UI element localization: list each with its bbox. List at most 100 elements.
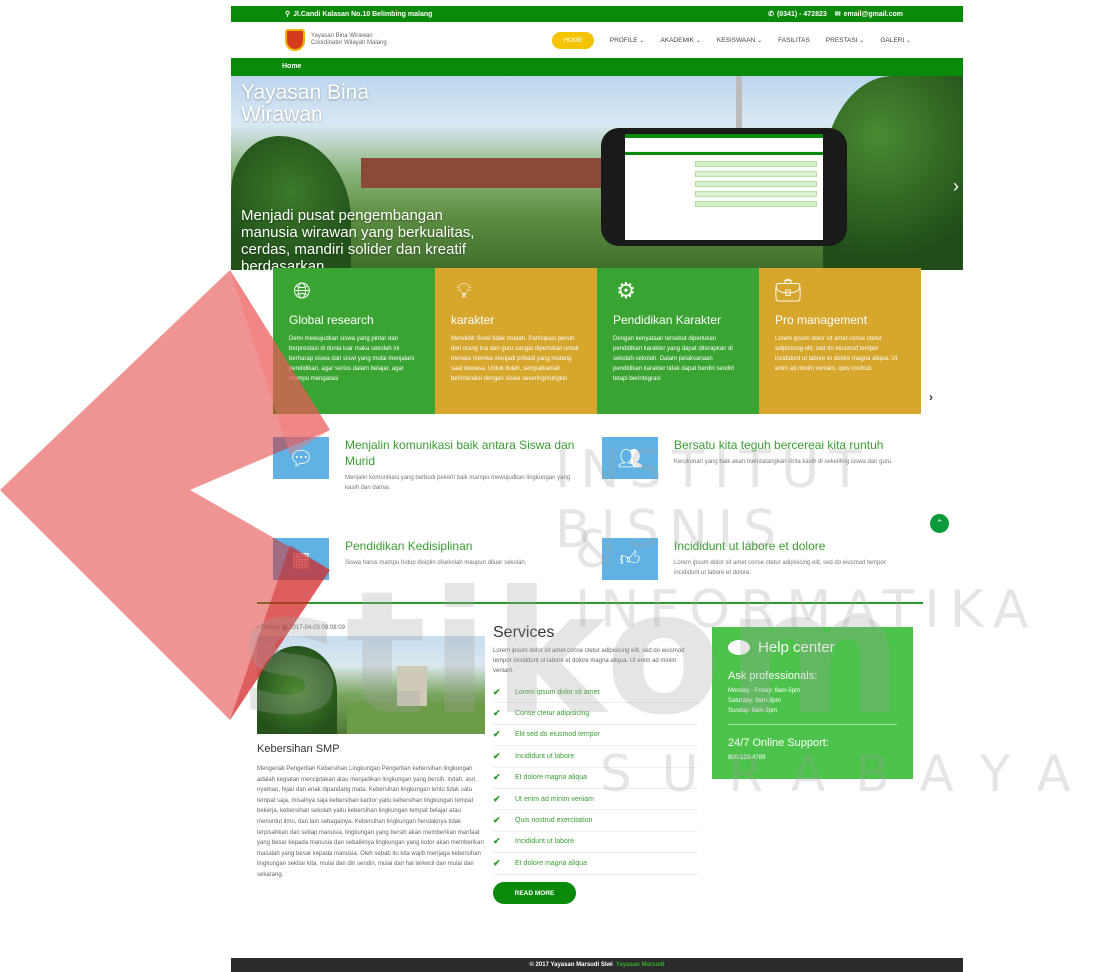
checkmark-icon: ✔ bbox=[493, 708, 501, 719]
feature-box-global-research[interactable]: 🌐︎ Global research Demi mewujudkan siswa… bbox=[273, 268, 435, 414]
footer-link[interactable]: Yayasan Marsudi bbox=[616, 962, 665, 968]
calendar-icon: ▦ bbox=[273, 538, 329, 580]
menu-item-fasilitas[interactable]: FASILITAS bbox=[778, 37, 810, 44]
help-separator bbox=[728, 724, 897, 725]
mission-title: Menjalin komunikasi baik antara Siswa da… bbox=[345, 438, 575, 468]
checkmark-icon: ✔ bbox=[493, 772, 501, 783]
address-text: Jl.Candi Kalasan No.10 Belimbing malang bbox=[293, 10, 433, 18]
service-label: Et dolore magna aliqua bbox=[515, 859, 587, 867]
feature-box-pendidikan-karakter[interactable]: ⚙ Pendidikan Karakter Dengan kenyataan t… bbox=[597, 268, 759, 414]
mission-item: 👍︎ Incididunt ut labore et dolore Lorem … bbox=[602, 538, 912, 598]
list-item[interactable]: ✔ Et dolore magna aliqua bbox=[493, 768, 698, 789]
list-item[interactable]: ✔ Quis nostrud exercitation bbox=[493, 810, 698, 832]
help-hours-line: Monday - Friday: 8am-5pm bbox=[728, 688, 801, 694]
chevron-down-icon: ⌄ bbox=[757, 37, 763, 44]
menu-item-label: AKADEMIK bbox=[660, 36, 695, 44]
help-support-phone[interactable]: 800-123-4789 bbox=[728, 753, 897, 763]
list-item[interactable]: ✔ Ut enim ad minim veniam bbox=[493, 789, 698, 811]
phone-screen-row bbox=[695, 191, 817, 197]
phone-text: (0341) - 472823 bbox=[776, 10, 827, 18]
post-date: 2017-04-03 bbox=[289, 625, 320, 631]
post-title[interactable]: Kebersihan SMP bbox=[257, 743, 340, 755]
menu-item-akademik[interactable]: AKADEMIK ⌄ bbox=[660, 37, 700, 44]
checkmark-icon: ✔ bbox=[493, 836, 501, 847]
feature-boxes: 🌐︎ Global research Demi mewujudkan siswa… bbox=[273, 268, 921, 414]
list-item[interactable]: ✔ Et dolore magna aliqua bbox=[493, 853, 698, 875]
list-item[interactable]: ✔ Elit sed do eiusmod tempor bbox=[493, 725, 698, 747]
feature-box-karakter[interactable]: 💡︎ karakter Mendidik Siswi tidak mudah. … bbox=[435, 268, 597, 414]
mission-title: Pendidikan Kedisiplinan bbox=[345, 539, 473, 553]
services-title: Services bbox=[493, 624, 555, 641]
menu-item-galeri[interactable]: GALERI ⌄ bbox=[880, 37, 911, 44]
checkmark-icon: ✔ bbox=[493, 750, 501, 761]
list-item[interactable]: ✔ Lorem ipsum dolor sit amet bbox=[493, 682, 698, 704]
page: ⚲ Jl.Candi Kalasan No.10 Belimbing malan… bbox=[0, 0, 1112, 972]
menu-item-home[interactable]: HOME bbox=[552, 31, 594, 49]
email-link[interactable]: email@gmail.com bbox=[844, 11, 903, 18]
read-more-button[interactable]: READ MORE bbox=[493, 882, 576, 904]
feature-title: Pro management bbox=[775, 313, 868, 327]
chevron-down-icon: ⌄ bbox=[859, 37, 865, 44]
post-body: Mengenali Pengertian Kebersihan Lingkung… bbox=[257, 766, 484, 878]
post-image[interactable] bbox=[257, 636, 485, 734]
footer: © 2017 Yayasan Marsudi Siwi Yayasan Mars… bbox=[231, 958, 963, 972]
menu-item-label: GALERI bbox=[880, 36, 905, 44]
gear-icon: ⚙ bbox=[616, 278, 636, 303]
breadcrumb-home[interactable]: Home bbox=[282, 63, 301, 70]
post-image-building bbox=[397, 666, 427, 706]
mission-item: 👥︎ Bersatu kita teguh bercereai kita run… bbox=[602, 437, 912, 497]
chevron-down-icon: ⌄ bbox=[905, 37, 911, 44]
service-label: Quis nostrud exercitation bbox=[515, 817, 593, 825]
list-item[interactable]: ✔ Conse ctetur adipisicing bbox=[493, 703, 698, 725]
help-hours-line: Sunday: 9am-3pm bbox=[728, 708, 778, 714]
help-title: Help center bbox=[758, 639, 835, 656]
contact-info: ✆ (0341) - 472823 ✉ email@gmail.com bbox=[768, 10, 903, 19]
footer-copyright: © 2017 Yayasan Marsudi Siwi bbox=[529, 962, 613, 968]
service-label: Ut enim ad minim veniam bbox=[515, 795, 594, 803]
post-author: Defaria bbox=[260, 625, 281, 631]
post-meta: ▪ Defaria ▦ 2017-04-03 09:08:09 bbox=[257, 624, 345, 631]
help-ask-title: Ask professionals: bbox=[728, 670, 818, 682]
mission-item: 💬︎ Menjalin komunikasi baik antara Siswa… bbox=[273, 437, 583, 497]
checkmark-icon: ✔ bbox=[493, 793, 501, 804]
calendar-small-icon: ▦ bbox=[281, 625, 288, 631]
menu-item-kesiswaan[interactable]: KESISWAAN ⌄ bbox=[717, 37, 762, 44]
chevron-up-icon: ⌃ bbox=[935, 518, 944, 528]
email-info[interactable]: ✉ email@gmail.com bbox=[835, 10, 903, 19]
hero-title: Yayasan Bina Wirawan bbox=[241, 81, 370, 126]
group-icon: 👥︎ bbox=[602, 437, 658, 479]
hero-slider: Yayasan Bina Wirawan Menjadi pusat penge… bbox=[231, 76, 963, 270]
feature-text: Mendidik Siswi tidak mudah. Partisipasi … bbox=[451, 336, 579, 382]
thumbs-up-icon: 👍︎ bbox=[602, 538, 658, 580]
scroll-to-top-button[interactable]: ⌃ bbox=[930, 514, 949, 533]
slider-next-icon[interactable]: › bbox=[953, 176, 959, 197]
chat-icon: 💬︎ bbox=[273, 437, 329, 479]
menu-item-label: PRESTASI bbox=[825, 36, 858, 44]
phone-screen-crumb bbox=[625, 152, 823, 155]
mission-text: Pendidikan Kedisiplinan Siswa harus mamp… bbox=[345, 538, 526, 598]
services-desc: Lorem ipsum dolor sit amet conse ctetur … bbox=[493, 648, 685, 674]
feature-box-pro-management[interactable]: 💼︎ Pro management Lorem ipsum dolor sit … bbox=[759, 268, 921, 414]
menu-item-prestasi[interactable]: PRESTASI ⌄ bbox=[826, 37, 865, 44]
service-label: Lorem ipsum dolor sit amet bbox=[515, 688, 600, 696]
service-label: Elit sed do eiusmod tempor bbox=[515, 731, 600, 739]
address-info: ⚲ Jl.Candi Kalasan No.10 Belimbing malan… bbox=[285, 10, 433, 19]
phone-screen bbox=[625, 134, 823, 240]
site-logo[interactable]: Yayasan Bina Wirawan Coordinator Wilayah… bbox=[285, 29, 391, 51]
phone-screen-nav bbox=[625, 138, 823, 152]
main-menu: HOME PROFILE ⌄ AKADEMIK ⌄ KESISWAAN ⌄ FA… bbox=[552, 31, 911, 49]
menu-item-profile[interactable]: PROFILE ⌄ bbox=[610, 37, 645, 44]
logo-shield-icon bbox=[285, 29, 305, 51]
briefcase-icon: 💼︎ bbox=[774, 278, 802, 303]
mission-desc: Siswa harus mampu hidup disiplin disekol… bbox=[345, 560, 527, 566]
service-label: Incididunt ut labore bbox=[515, 752, 575, 760]
phone-screen-row bbox=[695, 161, 817, 167]
list-item[interactable]: ✔ Incididunt ut labore bbox=[493, 746, 698, 768]
features-next-icon[interactable]: › bbox=[929, 390, 933, 404]
help-hours-line: Saturday: 8am-3pm bbox=[728, 698, 781, 704]
list-item[interactable]: ✔ Incididunt ut labore bbox=[493, 832, 698, 854]
phone-icon: ✆ bbox=[768, 11, 774, 18]
phone-info: ✆ (0341) - 472823 bbox=[768, 10, 827, 19]
hero-caption: Menjadi pusat pengembangan manusia wiraw… bbox=[241, 207, 475, 270]
breadcrumb: Home bbox=[231, 58, 963, 76]
